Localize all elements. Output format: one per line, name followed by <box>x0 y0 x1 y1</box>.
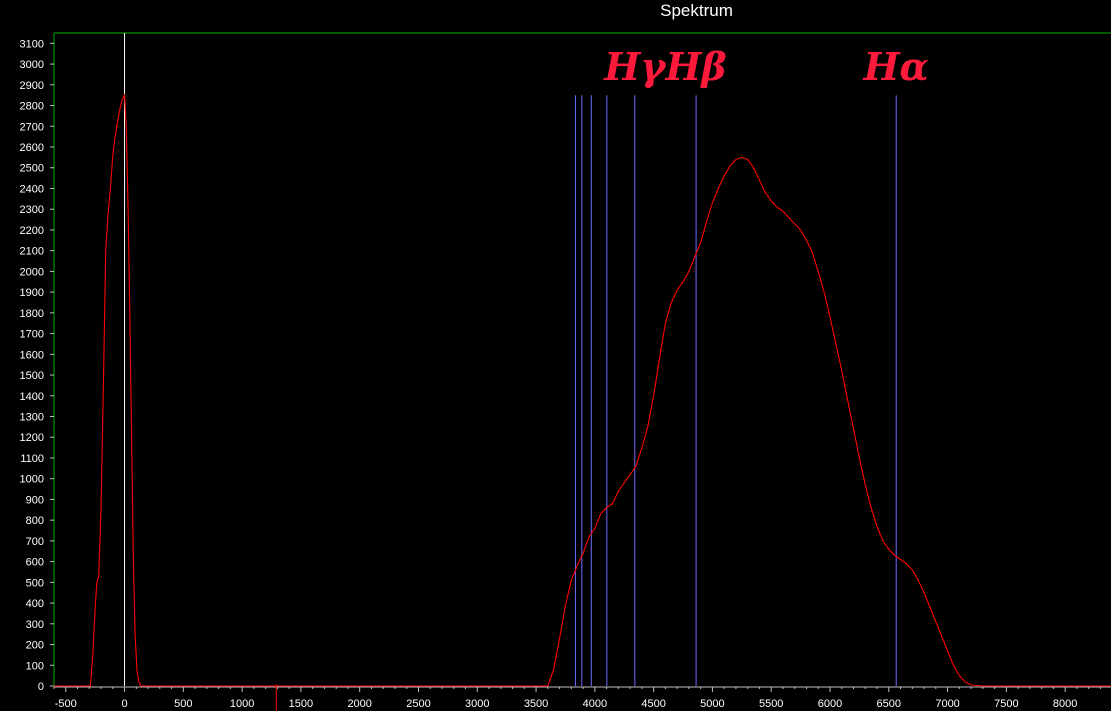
x-tick-label: 0 <box>121 698 127 710</box>
x-tick-label: 2000 <box>347 698 371 710</box>
y-tick-label: 800 <box>26 515 44 527</box>
y-tick-label: 1500 <box>20 370 44 382</box>
annotation-label: Hα <box>863 44 929 89</box>
y-tick-label: 1200 <box>20 432 44 444</box>
x-tick-label: 4000 <box>583 698 607 710</box>
annotation-label: Hβ <box>665 44 727 89</box>
y-tick-label: 2000 <box>20 266 44 278</box>
y-tick-label: 400 <box>26 598 44 610</box>
x-tick-label: 7000 <box>935 698 959 710</box>
y-tick-label: 1900 <box>20 287 44 299</box>
y-tick-label: 2400 <box>20 183 44 195</box>
x-tick-label: 3000 <box>465 698 489 710</box>
x-tick-label: 6500 <box>877 698 901 710</box>
x-tick-label: 1500 <box>289 698 313 710</box>
y-tick-label: 2600 <box>20 142 44 154</box>
y-tick-label: 1400 <box>20 391 44 403</box>
y-tick-label: 600 <box>26 557 44 569</box>
y-tick-label: 2200 <box>20 225 44 237</box>
y-tick-label: 700 <box>26 536 44 548</box>
y-tick-label: 0 <box>38 681 44 693</box>
x-tick-label: 3500 <box>524 698 548 710</box>
reference-lines <box>574 95 897 686</box>
y-tick-label: 200 <box>26 640 44 652</box>
x-tick-label: 1000 <box>230 698 254 710</box>
spectrum-chart: 0 100 200 300 400 500 600 700 800 900 1000 1100 1200… <box>20 32 1111 711</box>
x-tick-label: 500 <box>174 698 192 710</box>
y-tick-label: 500 <box>26 577 44 589</box>
y-tick-label: 100 <box>26 660 44 672</box>
y-tick-label: 1300 <box>20 412 44 424</box>
x-tick-label: -500 <box>55 698 77 710</box>
series-group <box>54 93 1111 687</box>
spectrum-series-line <box>54 93 1111 687</box>
y-tick-label: 3100 <box>20 38 44 50</box>
annotations-group: Hγ Hβ Hα <box>603 44 928 89</box>
y-tick-label: 900 <box>26 494 44 506</box>
y-tick-label: 1600 <box>20 349 44 361</box>
y-tick-label: 2700 <box>20 121 44 133</box>
x-tick-label: 8000 <box>1053 698 1077 710</box>
x-tick-label: 6000 <box>818 698 842 710</box>
y-tick-label: 2500 <box>20 163 44 175</box>
x-tick-label: 5500 <box>759 698 783 710</box>
x-tick-label: 4500 <box>641 698 665 710</box>
y-tick-label: 2100 <box>20 246 44 258</box>
x-tick-label: 2500 <box>406 698 430 710</box>
x-tick-label: 5000 <box>700 698 724 710</box>
y-tick-label: 1700 <box>20 329 44 341</box>
y-tick-label: 3000 <box>20 59 44 71</box>
y-tick-label: 2300 <box>20 204 44 216</box>
y-tick-label: 2900 <box>20 80 44 92</box>
annotation-label: Hγ <box>603 44 667 89</box>
y-tick-label: 2800 <box>20 101 44 113</box>
y-tick-label: 1800 <box>20 308 44 320</box>
y-tick-label: 1000 <box>20 474 44 486</box>
y-tick-label: 300 <box>26 619 44 631</box>
y-tick-label: 1100 <box>20 453 44 465</box>
x-tick-label: 7500 <box>994 698 1018 710</box>
